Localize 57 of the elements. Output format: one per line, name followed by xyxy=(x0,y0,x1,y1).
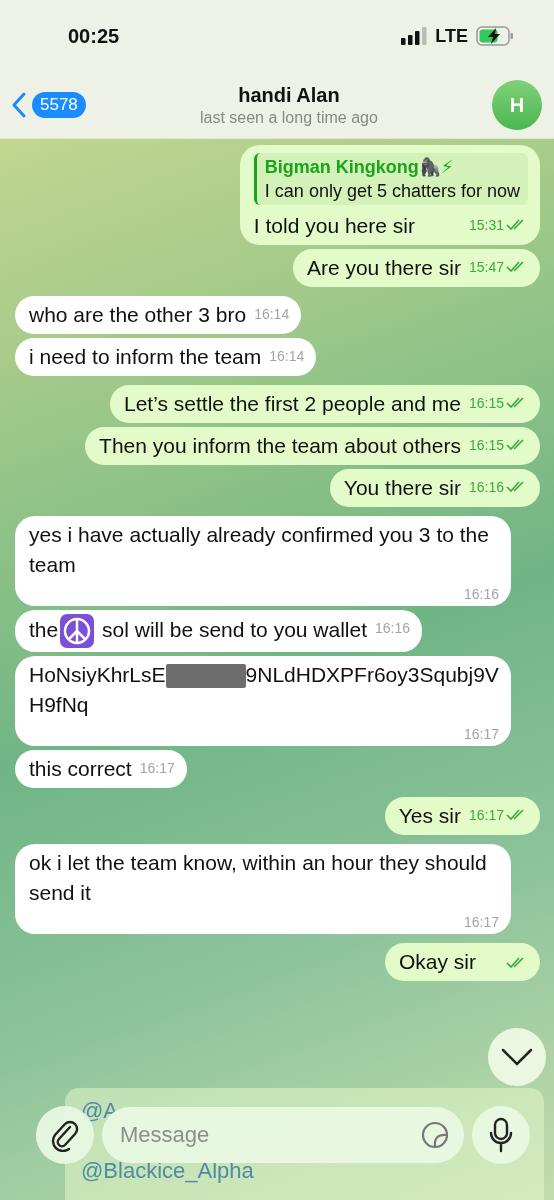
reply-quote[interactable]: Bigman Kingkong🦍⚡ I can only get 5 chatters for now xyxy=(253,153,528,205)
message-text: this correct xyxy=(29,756,132,782)
chat-title: handi Alan xyxy=(237,83,341,107)
message-text: ok i let the team know, within an hour they should send it xyxy=(29,850,488,906)
message-time: 16:17 xyxy=(468,807,504,823)
peace-emoji-icon xyxy=(60,614,95,648)
message-time: 16:15 xyxy=(468,437,504,453)
battery-icon xyxy=(476,26,514,46)
message-time: 16:14 xyxy=(254,306,290,322)
message-text: HoNsiyKhrLsE 9NLdHDXPFr6oy3Squbj9VH9fNq xyxy=(29,662,499,718)
message-bubble[interactable]: HoNsiyKhrLsE 9NLdHDXPFr6oy3Squbj9VH9fNq 16:17 xyxy=(15,656,511,746)
message-bubble[interactable]: the sol will be send to you wallet 16:16 xyxy=(15,610,423,652)
network-label: LTE xyxy=(435,25,468,47)
message-text: yes i have actually already confirmed you 3 to the team xyxy=(29,522,490,578)
message-bubble[interactable]: yes i have actually already confirmed you 3 to the team 16:16 xyxy=(15,516,511,606)
message-time: 16:16 xyxy=(463,586,499,602)
signal-icon xyxy=(401,27,428,45)
message-bubble[interactable]: this correct 16:17 xyxy=(15,750,187,788)
status-time: 00:25 xyxy=(68,24,120,48)
message-bubble[interactable]: Are you there sir 15:47 xyxy=(292,249,540,287)
quote-author: Bigman Kingkong🦍⚡ xyxy=(264,156,455,179)
message-time: 16:15 xyxy=(468,395,504,411)
back-chevron-icon[interactable] xyxy=(12,92,26,118)
message-time: 16:16 xyxy=(468,479,504,495)
message-text: i need to inform the team xyxy=(29,344,262,370)
message-time: 16:16 xyxy=(375,620,411,636)
message-time: 16:17 xyxy=(139,760,175,776)
message-bubble[interactable]: You there sir 16:16 xyxy=(329,469,540,507)
message-bubble[interactable]: ok i let the team know, within an hour they should send it 16:17 xyxy=(15,844,511,934)
message-text: the sol will be send to you wallet xyxy=(29,614,367,648)
message-time: 16:14 xyxy=(269,348,305,364)
message-text: Are you there sir xyxy=(306,255,461,281)
message-text: Then you inform the team about others xyxy=(99,433,461,459)
message-bubble[interactable]: Bigman Kingkong🦍⚡ I can only get 5 chatters for now I told you here sir 15:31 xyxy=(239,145,540,245)
message-text: who are the other 3 bro xyxy=(29,302,247,328)
message-bubble[interactable]: Okay sir xyxy=(385,943,540,981)
message-bubble[interactable]: who are the other 3 bro 16:14 xyxy=(15,296,302,334)
message-text: Yes sir xyxy=(398,803,461,829)
message-time: 16:17 xyxy=(463,914,499,930)
message-text: Okay sir xyxy=(399,949,476,975)
message-bubble[interactable]: i need to inform the team 16:14 xyxy=(15,338,317,376)
message-text: You there sir xyxy=(343,475,461,501)
message-text: I told you here sir xyxy=(253,213,415,239)
message-bubble[interactable]: Then you inform the team about others 16:15 xyxy=(85,427,540,465)
message-input[interactable]: Message xyxy=(120,1113,412,1157)
quote-text: I can only get 5 chatters for now xyxy=(264,180,520,203)
message-time: 15:31 xyxy=(468,217,504,233)
message-bubble[interactable]: Let’s settle the first 2 people and me 16:15 xyxy=(109,385,540,423)
paperclip-icon[interactable] xyxy=(50,1118,80,1152)
sticker-icon[interactable] xyxy=(420,1120,450,1150)
last-seen-status: last seen a long time ago xyxy=(198,108,379,127)
message-text: Let’s settle the first 2 people and me xyxy=(123,391,461,417)
message-time: 15:47 xyxy=(468,259,504,275)
microphone-icon[interactable] xyxy=(489,1117,513,1153)
chevron-down-icon[interactable] xyxy=(500,1047,534,1067)
message-time: 16:17 xyxy=(463,726,499,742)
message-bubble[interactable]: Yes sir 16:17 xyxy=(384,797,540,835)
